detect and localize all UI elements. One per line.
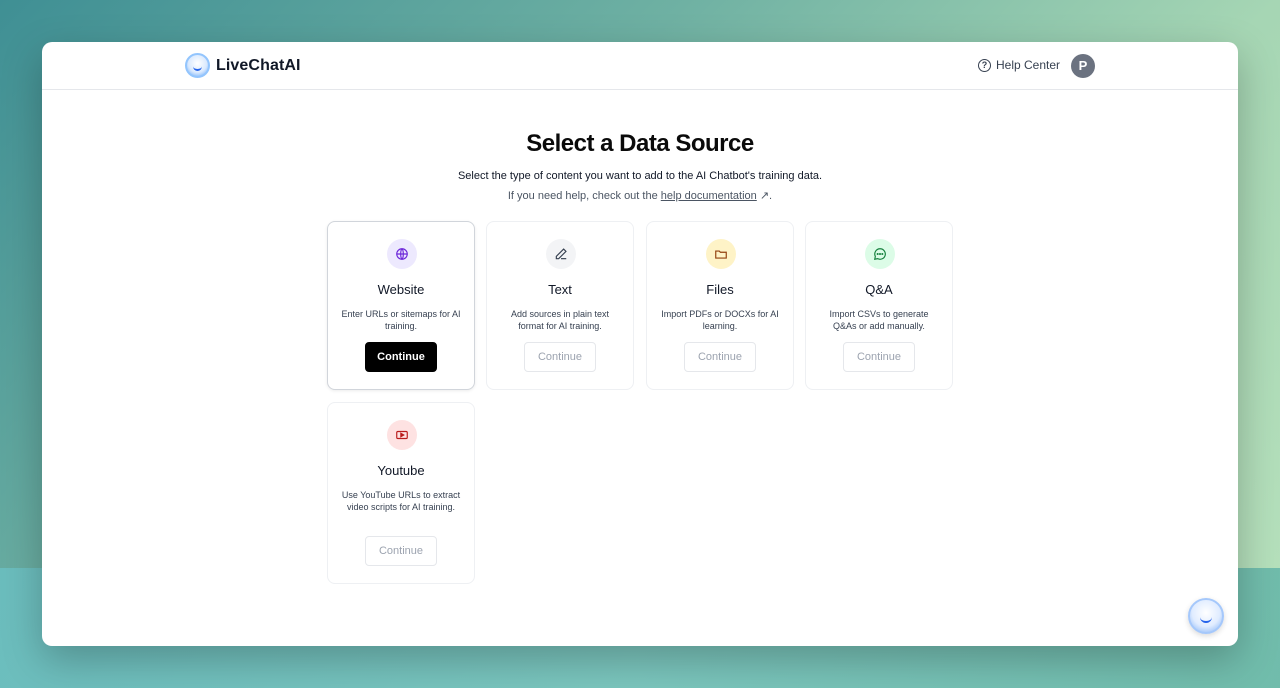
files-continue-button[interactable]: Continue	[684, 342, 756, 372]
app-window: LiveChatAI ? Help Center P Select a Data…	[42, 42, 1238, 646]
page-title: Select a Data Source	[526, 130, 754, 157]
help-center-label: Help Center	[996, 58, 1061, 72]
website-continue-button[interactable]: Continue	[365, 342, 437, 372]
globe-icon	[387, 239, 417, 269]
card-description: Import PDFs or DOCXs for AI learning.	[661, 309, 779, 331]
qa-continue-button[interactable]: Continue	[843, 342, 915, 372]
folder-icon	[706, 239, 736, 269]
edit-icon	[546, 239, 576, 269]
user-avatar[interactable]: P	[1071, 54, 1095, 78]
source-card-youtube[interactable]: Youtube Use YouTube URLs to extract vide…	[327, 402, 475, 584]
help-documentation-link[interactable]: help documentation	[661, 190, 757, 202]
question-circle-icon: ?	[978, 58, 991, 72]
help-center-link[interactable]: ? Help Center	[978, 58, 1060, 72]
smiley-logo-icon	[185, 53, 210, 78]
help-line: If you need help, check out the help doc…	[42, 189, 1238, 202]
brand-logo[interactable]: LiveChatAI	[185, 53, 301, 78]
card-title: Q&A	[865, 282, 893, 297]
card-description: Use YouTube URLs to extract video script…	[341, 490, 461, 512]
text-continue-button[interactable]: Continue	[524, 342, 596, 372]
card-title: Text	[548, 282, 572, 297]
card-title: Files	[706, 282, 734, 297]
card-title: Youtube	[377, 463, 425, 478]
source-card-text[interactable]: Text Add sources in plain text format fo…	[486, 221, 634, 390]
help-suffix: ↗.	[756, 190, 773, 202]
card-title: Website	[377, 282, 425, 297]
source-card-files[interactable]: Files Import PDFs or DOCXs for AI learni…	[646, 221, 794, 390]
help-prefix: If you need help, check out the	[507, 190, 661, 202]
card-description: Add sources in plain text format for AI …	[510, 309, 610, 331]
card-description: Import CSVs to generate Q&As or add manu…	[829, 309, 929, 331]
source-card-website[interactable]: Website Enter URLs or sitemaps for AI tr…	[327, 221, 475, 390]
page-subtitle: Select the type of content you want to a…	[457, 170, 823, 182]
card-description: Enter URLs or sitemaps for AI training.	[341, 309, 461, 331]
chat-icon	[865, 239, 895, 269]
youtube-icon	[387, 420, 417, 450]
youtube-continue-button[interactable]: Continue	[365, 536, 437, 566]
chat-widget-icon[interactable]	[1188, 598, 1224, 634]
top-navbar: LiveChatAI ? Help Center P	[42, 42, 1238, 90]
source-card-qa[interactable]: Q&A Import CSVs to generate Q&As or add …	[805, 221, 953, 390]
brand-name: LiveChatAI	[216, 56, 301, 74]
